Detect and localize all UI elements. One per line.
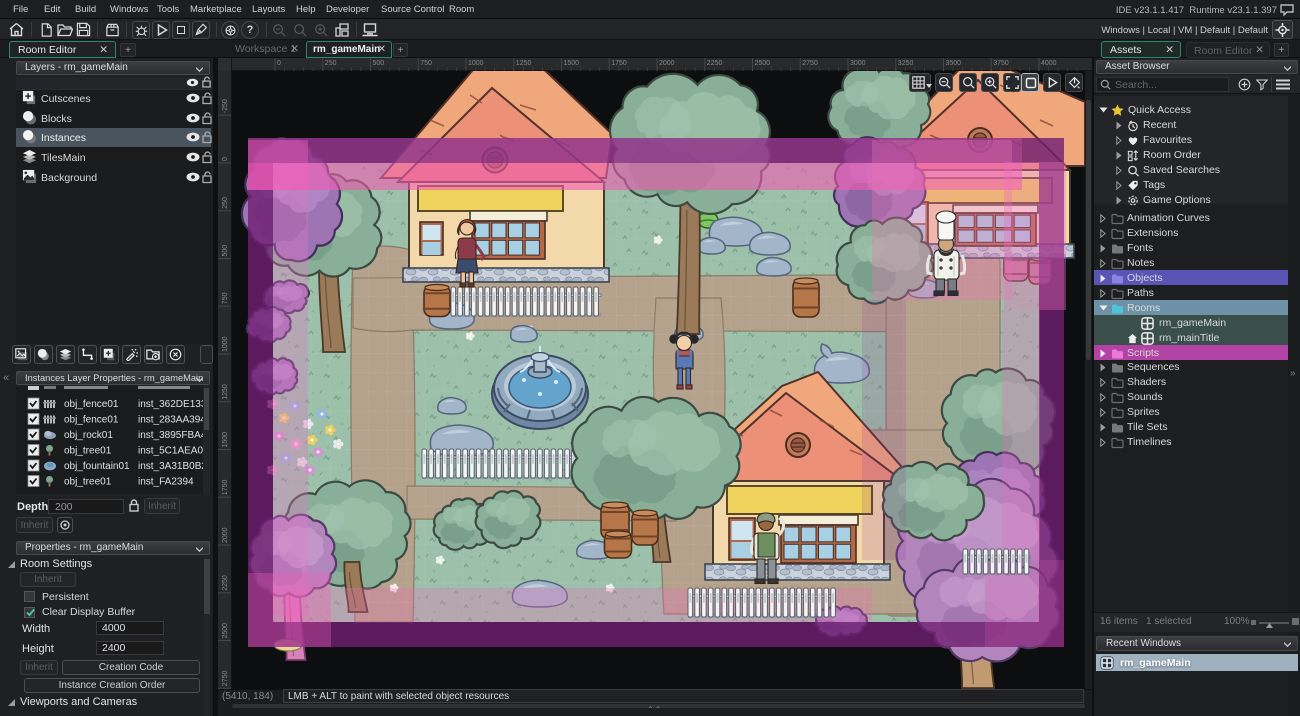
- svg-text:2500: 2500: [222, 623, 229, 639]
- svg-text:obj_fountain01: obj_fountain01: [64, 461, 130, 472]
- svg-text:4000: 4000: [1041, 60, 1057, 67]
- svg-text:1750: 1750: [222, 480, 229, 496]
- svg-text:obj_fence01: obj_fence01: [64, 399, 119, 410]
- svg-text:3500: 3500: [946, 60, 962, 67]
- svg-text:1250: 1250: [516, 60, 532, 67]
- svg-text:obj_tree01: obj_tree01: [64, 477, 112, 488]
- svg-text:250: 250: [325, 60, 337, 67]
- svg-text:inst_5C1AEA09: inst_5C1AEA09: [138, 446, 206, 457]
- svg-text:-250: -250: [222, 99, 229, 113]
- svg-text:obj_fence01: obj_fence01: [64, 415, 119, 426]
- svg-text:1000: 1000: [468, 60, 484, 67]
- svg-text:inst_3A31B0B2: inst_3A31B0B2: [138, 461, 206, 472]
- svg-text:1000: 1000: [222, 336, 229, 352]
- svg-text:2000: 2000: [222, 527, 229, 543]
- svg-text:2250: 2250: [222, 575, 229, 591]
- svg-text:2750: 2750: [802, 60, 818, 67]
- svg-text:1500: 1500: [222, 432, 229, 448]
- svg-text:2250: 2250: [707, 60, 723, 67]
- svg-text:2750: 2750: [222, 671, 229, 687]
- svg-text:750: 750: [420, 60, 432, 67]
- svg-text:2500: 2500: [755, 60, 771, 67]
- svg-text:1500: 1500: [564, 60, 580, 67]
- svg-text:250: 250: [222, 197, 229, 209]
- svg-text:3750: 3750: [993, 60, 1009, 67]
- svg-text:750: 750: [222, 292, 229, 304]
- svg-text:0: 0: [222, 157, 229, 161]
- svg-text:inst_3895FBA4: inst_3895FBA4: [138, 430, 206, 441]
- svg-text:obj_tree01: obj_tree01: [64, 446, 112, 457]
- svg-text:3250: 3250: [898, 60, 914, 67]
- svg-text:1250: 1250: [222, 384, 229, 400]
- svg-text:500: 500: [222, 245, 229, 257]
- svg-text:3000: 3000: [850, 60, 866, 67]
- svg-text:2000: 2000: [659, 60, 675, 67]
- svg-text:obj_rock01: obj_rock01: [64, 430, 113, 441]
- svg-text:500: 500: [373, 60, 385, 67]
- svg-text:0: 0: [277, 60, 281, 67]
- svg-text:1750: 1750: [611, 60, 627, 67]
- svg-text:inst_FA2394: inst_FA2394: [138, 477, 194, 488]
- svg-text:inst_362DE133: inst_362DE133: [138, 399, 206, 410]
- svg-text:inst_283AA394: inst_283AA394: [138, 415, 206, 426]
